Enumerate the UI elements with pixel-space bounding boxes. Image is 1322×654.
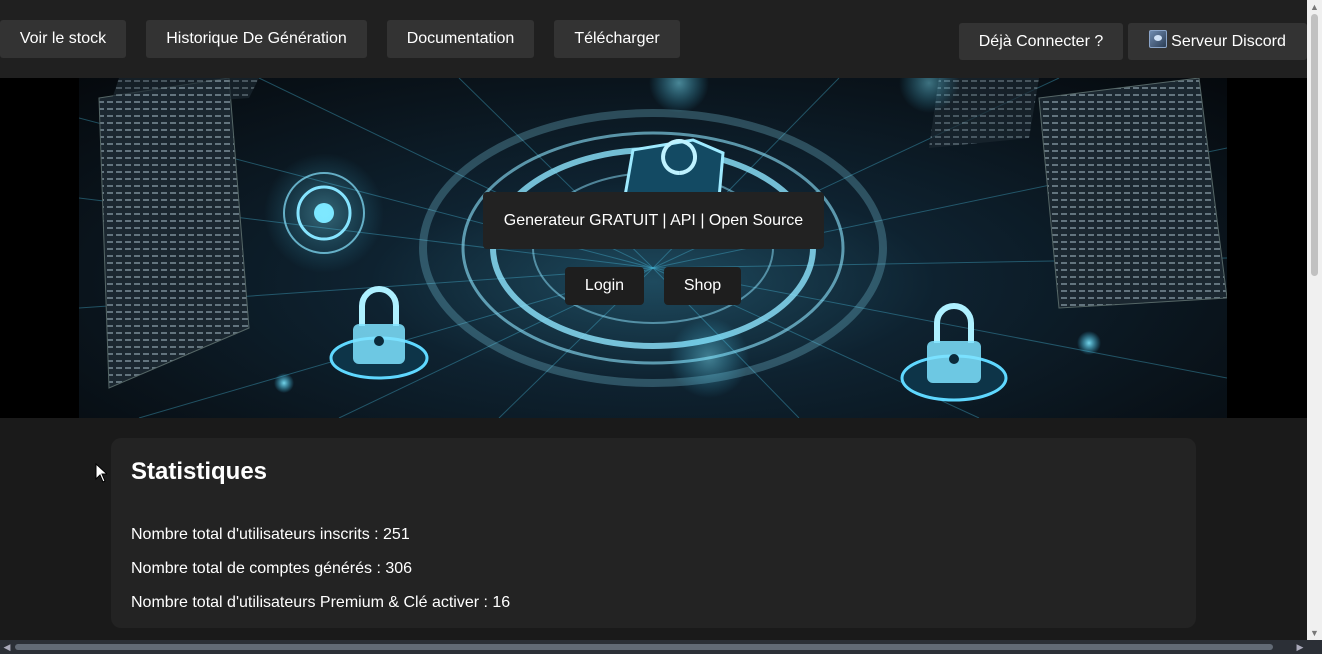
scroll-down-arrow-icon[interactable]: ▼ (1307, 626, 1322, 640)
hero-title: Generateur GRATUIT | API | Open Source (483, 192, 824, 249)
nav-telecharger-button[interactable]: Télécharger (554, 20, 680, 58)
stat-registered-users: Nombre total d'utilisateurs inscrits : 2… (131, 526, 410, 543)
stat-generated-accounts: Nombre total de comptes générés : 306 (131, 560, 413, 577)
vertical-scroll-thumb[interactable] (1311, 14, 1318, 276)
scrollbar-corner (1307, 640, 1322, 654)
discord-server-button[interactable]: Serveur Discord (1128, 23, 1307, 60)
hero-section: Generateur GRATUIT | API | Open Source L… (0, 78, 1307, 418)
nav-documentation-button[interactable]: Documentation (387, 20, 534, 58)
scroll-up-arrow-icon[interactable]: ▲ (1307, 0, 1322, 14)
scroll-left-arrow-icon[interactable]: ◀ (0, 640, 14, 654)
nav-historique-button[interactable]: Historique De Génération (146, 20, 367, 58)
login-button[interactable]: Login (565, 267, 644, 305)
statistics-section: Statistiques Nombre total d'utilisateurs… (0, 418, 1307, 640)
discord-server-icon (1149, 30, 1168, 48)
horizontal-scrollbar[interactable]: ◀ ▶ (0, 640, 1307, 654)
shop-button[interactable]: Shop (664, 267, 741, 305)
nav-voir-le-stock-button[interactable]: Voir le stock (0, 20, 126, 58)
deja-connecter-button[interactable]: Déjà Connecter ? (959, 23, 1123, 60)
discord-server-label: Serveur Discord (1171, 33, 1286, 50)
statistics-card: Statistiques Nombre total d'utilisateurs… (111, 438, 1196, 628)
mouse-cursor-icon (95, 463, 107, 483)
top-navigation-bar: Voir le stock Historique De Génération D… (0, 0, 1307, 78)
scroll-right-arrow-icon[interactable]: ▶ (1293, 640, 1307, 654)
horizontal-scroll-thumb[interactable] (15, 644, 1273, 650)
vertical-scrollbar[interactable]: ▲ ▼ (1307, 0, 1322, 640)
statistics-heading: Statistiques (131, 458, 268, 485)
stat-premium-users: Nombre total d'utilisateurs Premium & Cl… (131, 594, 511, 611)
